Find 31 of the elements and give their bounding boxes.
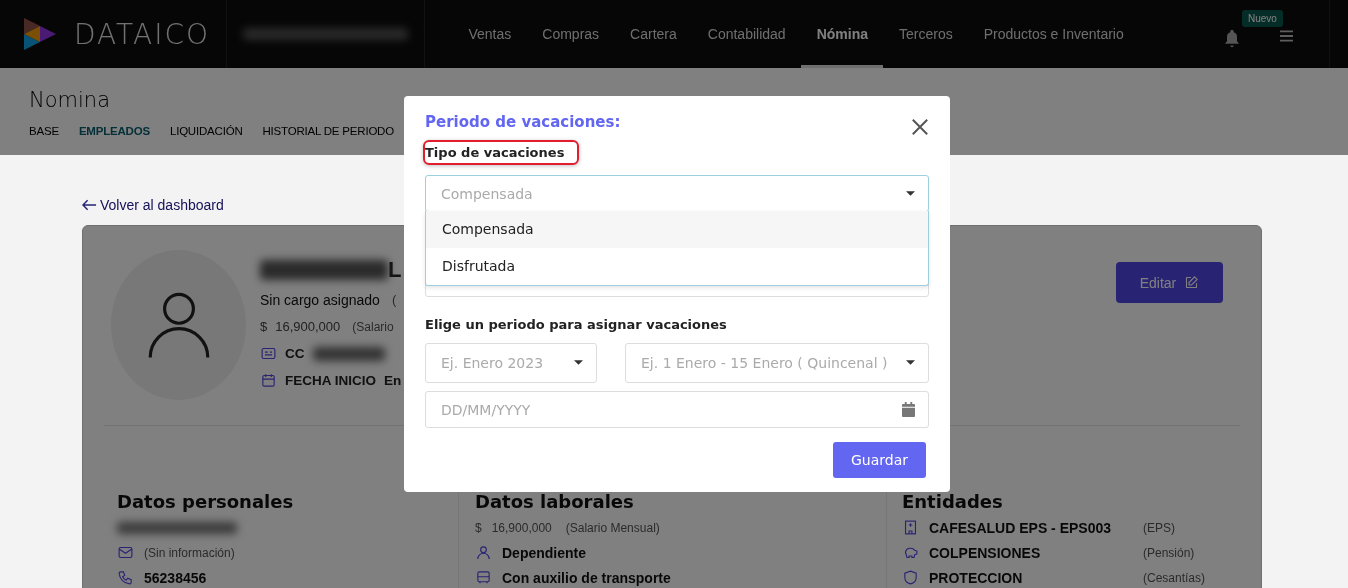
salary-value: 16,900,000 bbox=[275, 319, 341, 334]
currency-symbol: $ bbox=[475, 520, 482, 535]
currency-symbol: $ bbox=[260, 319, 268, 334]
employee-name: L bbox=[388, 257, 402, 283]
brand-name: DATAICO bbox=[74, 17, 210, 51]
page-title: Nomina bbox=[29, 88, 112, 112]
section-title: Datos personales bbox=[117, 491, 295, 512]
start-date-value: En bbox=[384, 373, 402, 388]
info-note: (Pensión) bbox=[1143, 545, 1196, 560]
section-title: Entidades bbox=[902, 491, 1004, 512]
info-note: (Cesantías) bbox=[1143, 570, 1207, 585]
info-text: PROTECCION bbox=[929, 569, 1023, 586]
info-text: Dependiente bbox=[502, 544, 586, 561]
id-type: CC bbox=[285, 346, 305, 361]
job-position: Sin cargo asignado bbox=[260, 291, 380, 308]
dialog-title: Periodo de vacaciones: bbox=[425, 113, 621, 131]
info-note: (EPS) bbox=[1143, 520, 1176, 535]
field-label: Elige un periodo para asignar vacaciones bbox=[424, 316, 728, 334]
info-text: COLPENSIONES bbox=[929, 544, 1041, 561]
position-note: ( bbox=[391, 292, 397, 307]
field-label: Tipo de vacaciones bbox=[423, 140, 580, 165]
info-text: Con auxilio de transporte bbox=[502, 569, 671, 586]
section-title: Datos laborales bbox=[475, 491, 635, 512]
info-text: 16,900,000 bbox=[491, 520, 552, 535]
info-text: (Sin información) bbox=[144, 545, 235, 560]
new-badge: Nuevo bbox=[1242, 10, 1283, 27]
info-text: 56238456 bbox=[144, 569, 207, 586]
info-text: CAFESALUD EPS - EPS003 bbox=[929, 519, 1112, 536]
salary-note: (Salario bbox=[352, 319, 394, 334]
info-note: (Salario Mensual) bbox=[565, 520, 660, 535]
start-date-label: FECHA INICIO bbox=[285, 373, 376, 388]
